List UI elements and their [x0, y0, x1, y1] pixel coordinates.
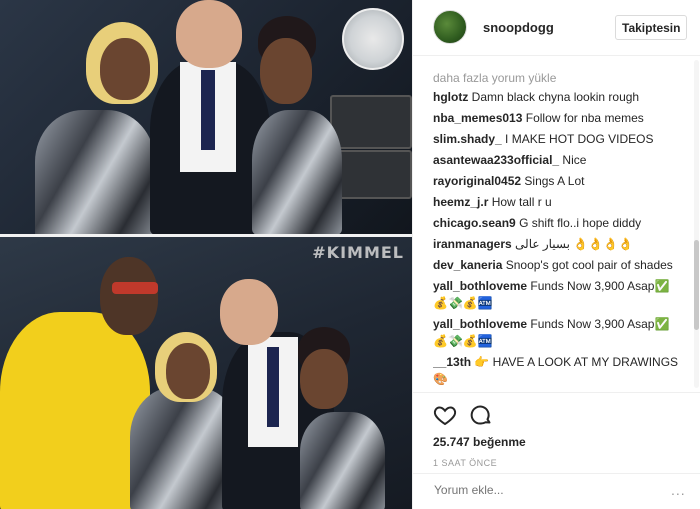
- comment: nba_memes013 Follow for nba memes: [433, 110, 683, 127]
- more-options-icon[interactable]: ...: [671, 482, 686, 498]
- comment-username[interactable]: asantewaa233official_: [433, 153, 559, 167]
- load-more-comments-link[interactable]: daha fazla yorum yükle: [433, 70, 683, 87]
- follow-button[interactable]: Takiptesin: [615, 15, 687, 40]
- comment-username[interactable]: slim.shady_: [433, 132, 502, 146]
- person-kimmel-tie: [267, 347, 279, 427]
- comment: asantewaa233official_ Nice: [433, 152, 683, 169]
- comment: dev_kaneria Snoop's got cool pair of sha…: [433, 257, 683, 274]
- comment: heemz_j.r How tall r u: [433, 194, 683, 211]
- amp-case: [338, 150, 412, 199]
- comment-input[interactable]: [432, 482, 656, 498]
- heart-icon[interactable]: [433, 403, 457, 427]
- person-chilli-body: [300, 412, 385, 509]
- person-right-body: [252, 110, 342, 234]
- person-left-body: [35, 110, 155, 234]
- comment-username[interactable]: iranmanagers: [433, 237, 512, 251]
- comment-username[interactable]: chicago.sean9: [433, 216, 516, 230]
- comment-text: Snoop's got cool pair of shades: [505, 258, 673, 272]
- comment-text: Sings A Lot: [524, 174, 585, 188]
- comment-username[interactable]: nba_memes013: [433, 111, 522, 125]
- person-left-face: [100, 38, 150, 100]
- username-link[interactable]: snoopdogg: [483, 20, 554, 35]
- person-snoop-face: [100, 257, 158, 335]
- comment-text: Follow for nba memes: [525, 111, 644, 125]
- add-comment-bar: ...: [413, 473, 700, 504]
- comment-username[interactable]: __13th: [433, 355, 471, 369]
- comment: slim.shady_ I MAKE HOT DOG VIDEOS: [433, 131, 683, 148]
- comment: rayoriginal0452 Sings A Lot: [433, 173, 683, 190]
- comment-text: Damn black chyna lookin rough: [471, 90, 640, 104]
- person-snoop-body: [0, 312, 150, 509]
- comment-scrollbar[interactable]: [694, 60, 699, 388]
- comment: hglotz Damn black chyna lookin rough: [433, 89, 683, 106]
- post-timestamp: 1 SAAT ÖNCE: [433, 458, 498, 468]
- comment-icon[interactable]: [469, 403, 493, 427]
- person-chilli-face: [300, 349, 348, 409]
- comment: chicago.sean9 G shift flo..i hope diddy: [433, 215, 683, 232]
- person-middle-tie: [201, 70, 215, 150]
- fan-prop: [342, 8, 404, 70]
- comment-username[interactable]: dev_kaneria: [433, 258, 502, 272]
- comment: yall_bothloveme Funds Now 3,900 Asap✅ 💰💸…: [433, 316, 683, 350]
- comment: iranmanagers بسیار عالی 👌👌👌👌: [433, 236, 683, 253]
- comment-username[interactable]: heemz_j.r: [433, 195, 488, 209]
- photo-top-panel: [0, 0, 412, 234]
- person-right-face: [260, 38, 312, 104]
- comment-username[interactable]: yall_bothloveme: [433, 317, 527, 331]
- post-header: snoopdogg Takiptesin: [413, 0, 700, 56]
- comment: __13th 👉 HAVE A LOOK AT MY DRAWINGS 🎨: [433, 354, 683, 388]
- sunglasses: [112, 282, 158, 294]
- avatar[interactable]: [433, 10, 467, 44]
- comment: yall_bothloveme Funds Now 3,900 Asap✅ 💰💸…: [433, 278, 683, 312]
- comment-text: Nice: [562, 153, 587, 167]
- comment-username[interactable]: yall_bothloveme: [433, 279, 527, 293]
- post-photo[interactable]: #KIMMEL: [0, 0, 412, 509]
- post-sidebar: snoopdogg Takiptesin daha fazla yorum yü…: [412, 0, 700, 509]
- like-count[interactable]: 25.747 beğenme: [433, 435, 526, 449]
- scrollbar-thumb[interactable]: [694, 240, 699, 330]
- comment-text: بسیار عالی 👌👌👌👌: [515, 237, 634, 251]
- comment-text: G shift flo..i hope diddy: [519, 216, 642, 230]
- person-middle-face: [176, 0, 242, 68]
- post-actions: 25.747 beğenme 1 SAAT ÖNCE ...: [413, 392, 700, 503]
- person-kimmel-face: [220, 279, 278, 345]
- comment-list: daha fazla yorum yükle hglotz Damn black…: [433, 70, 683, 388]
- person-blonde-face: [166, 343, 210, 399]
- comment-text: How tall r u: [491, 195, 552, 209]
- photo-bottom-panel: #KIMMEL: [0, 237, 412, 509]
- comment-username[interactable]: rayoriginal0452: [433, 174, 521, 188]
- comment-username[interactable]: hglotz: [433, 90, 468, 104]
- watermark: #KIMMEL: [312, 243, 404, 262]
- amp-case: [330, 95, 412, 149]
- comment-text: I MAKE HOT DOG VIDEOS: [505, 132, 654, 146]
